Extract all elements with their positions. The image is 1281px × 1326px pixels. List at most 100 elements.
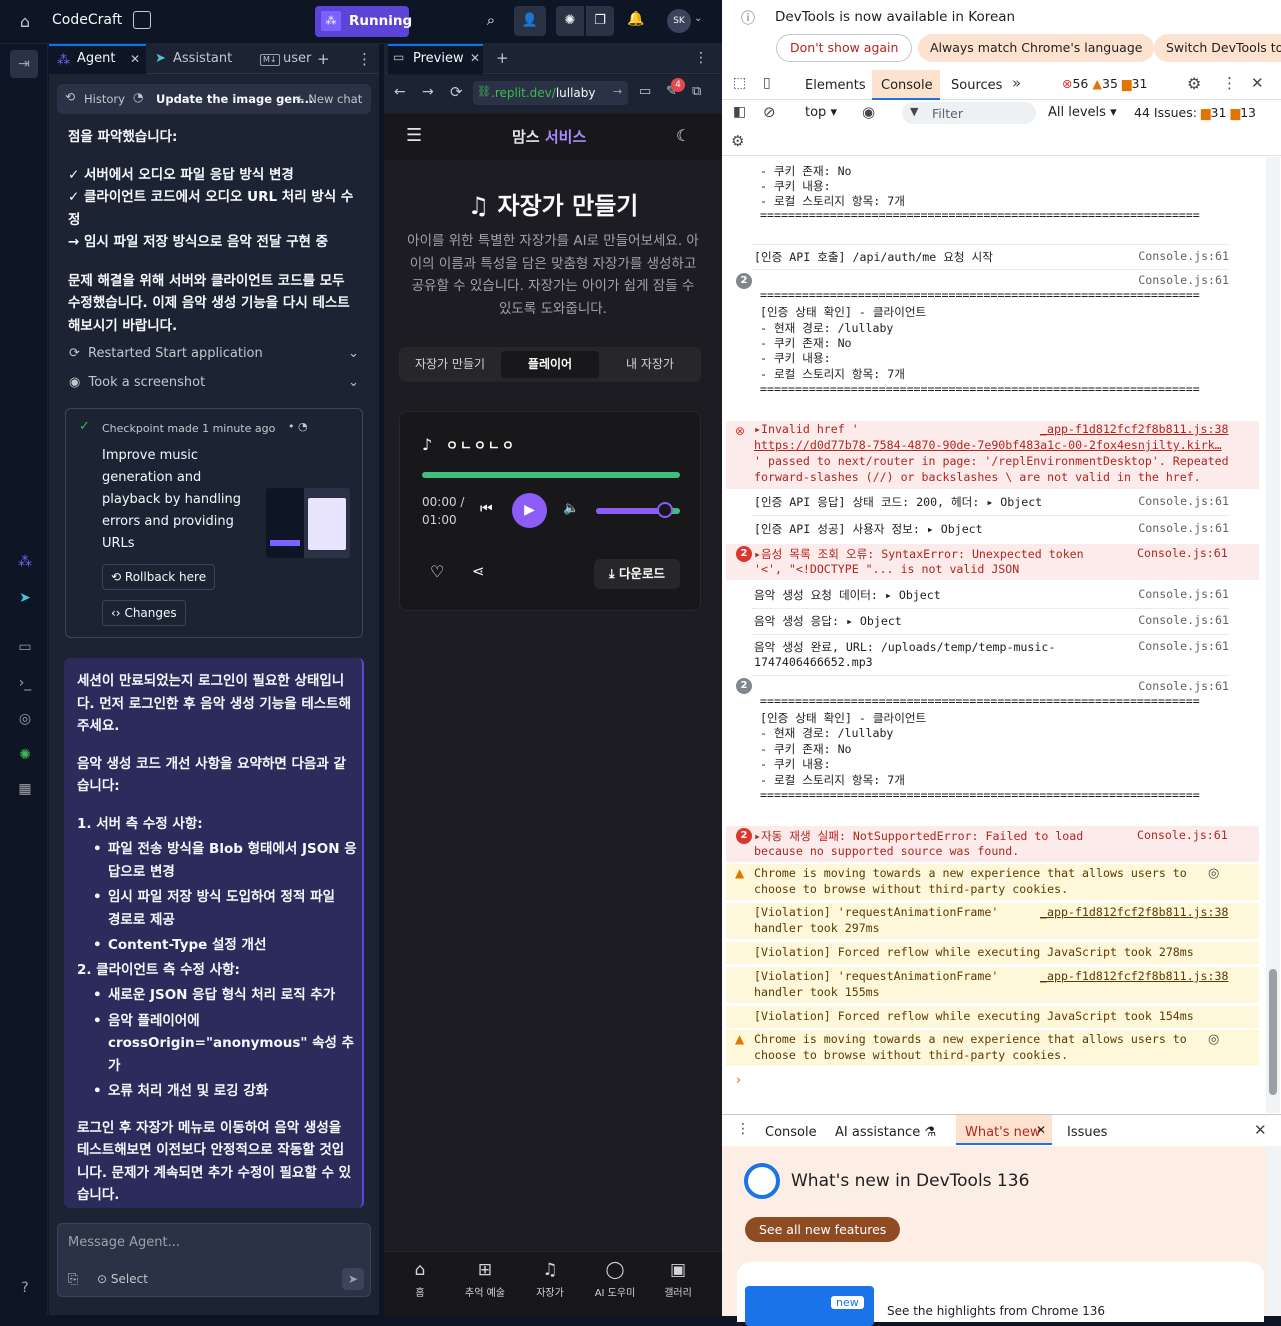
switch-devtools-button[interactable]: Switch DevTools to (1154, 34, 1281, 62)
dont-show-button[interactable]: Don't show again (776, 34, 913, 62)
error-row-autoplay[interactable]: 2 ▸자동 재생 실패: NotSupportedError: Failed t… (726, 826, 1259, 862)
all-tools-icon[interactable]: ▦ (14, 778, 36, 800)
object-expander[interactable]: ▸ Object (927, 522, 983, 536)
violation-source[interactable]: _app-f1d812fcf2f8b811.js:38 (1040, 969, 1228, 983)
cookie-icon[interactable]: ◎ (1208, 866, 1219, 881)
segment-mine[interactable]: 내 자장가 (599, 347, 701, 382)
moon-icon[interactable]: ☾ (676, 126, 690, 145)
context-select[interactable]: top ▾ (805, 105, 837, 120)
device-toggle-icon[interactable]: ▯ (763, 75, 771, 91)
forward-icon[interactable]: → (422, 84, 434, 100)
error-link[interactable]: https://d0d77b78-7584-4870-90de-7e90bf48… (754, 438, 1229, 452)
brand-logo[interactable]: 맘스 서비스 (512, 126, 586, 147)
step-restarted[interactable]: ⟳ Restarted Start application ⌄ (69, 346, 359, 368)
eye-icon[interactable]: ◉ (862, 103, 875, 121)
panel-icon[interactable] (133, 11, 151, 29)
log-source[interactable]: Console.js:61 (1138, 273, 1229, 287)
sidebar-icon[interactable]: ◧ (733, 104, 746, 120)
add-tab-icon[interactable]: + (496, 49, 509, 67)
history-icon[interactable]: ⟲ (65, 90, 75, 104)
assistant-icon[interactable]: ➤ (14, 587, 36, 609)
violation-row[interactable]: [Violation] Forced reflow while executin… (726, 942, 1259, 964)
error-row-invalid-href[interactable]: ⊗ ▸Invalid href ' _app-f1d812fcf2f8b811.… (726, 421, 1259, 489)
volume-slider[interactable] (596, 502, 680, 518)
history-button[interactable]: History (84, 92, 125, 106)
tab-elements[interactable]: Elements (805, 78, 866, 93)
inspect-icon[interactable]: ⬚ (733, 75, 746, 91)
volume-icon[interactable]: 🔈 (563, 501, 579, 516)
cookie-icon[interactable]: ◎ (1208, 1032, 1219, 1047)
changes-button[interactable]: ‹› Changes (102, 600, 186, 626)
volume-thumb[interactable] (656, 502, 673, 518)
warning-row-cookies[interactable]: ▲ Chrome is moving towards a new experie… (726, 1030, 1259, 1066)
run-button[interactable]: ⁂ Running (315, 6, 412, 37)
object-expander[interactable]: ▸ Object (846, 614, 902, 628)
error-counter[interactable]: ⊗56 ▲35 ▆31 (1062, 76, 1147, 91)
select-button[interactable]: ⊙ Select (97, 1272, 148, 1286)
log-source[interactable]: Console.js:61 (1138, 521, 1229, 535)
search-icon[interactable]: ⌕ (482, 11, 500, 29)
drawer-scrollbar[interactable] (1266, 1146, 1281, 1316)
log-source[interactable]: Console.js:61 (1138, 639, 1229, 653)
new-chat-button[interactable]: + New chat (295, 92, 362, 106)
tab-sources[interactable]: Sources (951, 78, 1002, 93)
progress-track[interactable] (422, 472, 680, 478)
drawer-tab-issues[interactable]: Issues (1067, 1125, 1107, 1140)
sidebar-toggle-icon[interactable]: ⇥ (10, 50, 38, 78)
add-tab-icon[interactable]: + (317, 44, 330, 74)
drawer-tab-ai[interactable]: AI assistance ⚗ (835, 1125, 936, 1140)
download-button[interactable]: ⤓ 다운로드 (594, 559, 680, 589)
close-icon[interactable]: ✕ (1036, 1123, 1046, 1137)
shell-icon[interactable]: ›_ (14, 672, 36, 694)
chevron-down-icon[interactable]: ⌄ (694, 13, 702, 24)
invite-icon[interactable]: 👤 (514, 6, 546, 36)
url-field[interactable]: ⛓ .replit.dev/lullaby → (473, 81, 628, 105)
levels-select[interactable]: All levels ▾ (1048, 105, 1117, 120)
bell-icon[interactable]: 🔔 (627, 11, 645, 27)
more-icon[interactable]: ⋮ (357, 44, 372, 74)
nav-lullaby[interactable]: ♫ 자장가 (528, 1260, 572, 1299)
tab-console[interactable]: Console (872, 70, 940, 100)
drawer-tab-console[interactable]: Console (765, 1125, 817, 1140)
previous-icon[interactable]: ⏮ (480, 501, 493, 517)
segment-player[interactable]: 플레이어 (501, 351, 599, 378)
open-new-tab-icon[interactable]: ⧉ (692, 84, 701, 99)
segment-create[interactable]: 자장가 만들기 (399, 347, 501, 382)
tab-user[interactable]: M↓ user (254, 44, 312, 74)
scroll-thumb[interactable] (1269, 969, 1277, 1095)
chevron-down-icon[interactable]: ⌄ (348, 346, 359, 361)
log-source[interactable]: Console.js:61 (1138, 494, 1229, 508)
database-icon[interactable]: ◎ (14, 708, 36, 730)
issues-button[interactable]: 44 Issues: ▆31 ▆13 (1134, 105, 1256, 120)
checkpoint-thumbnail[interactable] (266, 488, 350, 558)
error-source[interactable]: Console.js:61 (1137, 828, 1228, 842)
send-button[interactable]: ➤ (342, 1268, 364, 1290)
windows-icon[interactable]: ❐ (586, 6, 614, 36)
console-prompt[interactable]: › (736, 1073, 741, 1088)
preview-icon[interactable]: ▭ (14, 636, 36, 658)
devices-icon[interactable]: ▭ (639, 84, 651, 99)
drawer-menu-icon[interactable]: ⋮ (736, 1121, 750, 1137)
error-source[interactable]: _app-f1d812fcf2f8b811.js:38 (1040, 422, 1228, 436)
nav-memory-art[interactable]: ⊞ 추억 예술 (458, 1260, 512, 1299)
heart-icon[interactable]: ♡ (430, 562, 444, 581)
reload-icon[interactable]: ⟳ (450, 83, 463, 101)
nav-home[interactable]: ⌂ 홈 (398, 1260, 442, 1299)
deploy-icon[interactable]: ✺ (556, 6, 584, 36)
warning-row-cookies[interactable]: ▲ Chrome is moving towards a new experie… (726, 864, 1259, 900)
avatar[interactable]: SK (667, 9, 691, 33)
more-icon[interactable]: ⋮ (694, 50, 708, 66)
violation-source[interactable]: _app-f1d812fcf2f8b811.js:38 (1040, 905, 1228, 919)
agent-icon[interactable]: ⁂ (14, 551, 36, 573)
deployments-icon[interactable]: ✺ (14, 744, 36, 766)
close-icon[interactable]: ✕ (130, 44, 140, 74)
match-language-button[interactable]: Always match Chrome's language (918, 34, 1155, 62)
rollback-button[interactable]: ⟲ Rollback here (102, 564, 216, 590)
violation-row[interactable]: [Violation] 'requestAnimationFrame' _app… (726, 967, 1259, 1003)
close-devtools-icon[interactable]: ✕ (1251, 74, 1264, 92)
hamburger-icon[interactable]: ☰ (406, 125, 422, 146)
filter-input[interactable]: ▼ Filter (902, 102, 1036, 124)
close-icon[interactable]: ✕ (470, 51, 480, 65)
log-source[interactable]: Console.js:61 (1138, 587, 1229, 601)
log-source[interactable]: Console.js:61 (1138, 679, 1229, 693)
